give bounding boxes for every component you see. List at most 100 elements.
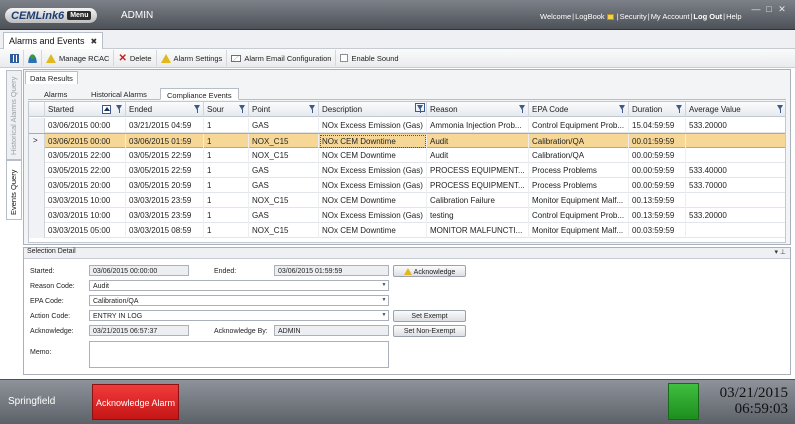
cell-reason[interactable]: MONITOR MALFUNCTI...	[427, 223, 529, 238]
cell-source[interactable]: 1	[204, 193, 249, 208]
cell-started[interactable]: 03/06/2015 00:00	[45, 134, 126, 149]
cell-ended[interactable]: 03/21/2015 04:59	[126, 118, 204, 133]
cell-reason[interactable]: Audit	[427, 134, 529, 149]
cell-duration[interactable]: 00.03:59:59	[629, 223, 686, 238]
epa-code-dropdown[interactable]: Calibration/QA ▼	[89, 295, 389, 306]
cell-duration[interactable]: 00.00:59:59	[629, 163, 686, 178]
cell-source[interactable]: 1	[204, 163, 249, 178]
table-row[interactable]: 03/03/2015 05:00 03/03/2015 08:59 1 NOX_C15…	[29, 223, 785, 238]
cell-started[interactable]: 03/05/2015 22:00	[45, 148, 126, 163]
cell-epa-code[interactable]: Process Problems	[529, 178, 629, 193]
cell-point[interactable]: NOX_C15	[249, 223, 319, 238]
cell-point[interactable]: GAS	[249, 208, 319, 223]
acknowledge-time-field[interactable]: 03/21/2015 06:57:37	[89, 325, 189, 336]
filter-icon[interactable]	[519, 105, 525, 113]
logbook-icon[interactable]	[606, 14, 614, 21]
logbook-link[interactable]: LogBook	[575, 12, 605, 21]
cell-source[interactable]: 1	[204, 118, 249, 133]
filter-icon[interactable]	[415, 103, 425, 113]
table-row[interactable]: 03/05/2015 20:00 03/05/2015 20:59 1 GAS NOx …	[29, 178, 785, 193]
cell-average-value[interactable]: 533.20000	[686, 118, 785, 133]
cell-ended[interactable]: 03/03/2015 08:59	[126, 223, 204, 238]
acknowledge-alarm-button[interactable]: Acknowledge Alarm	[92, 384, 179, 420]
cell-description[interactable]: NOx CEM Downtime	[319, 223, 427, 238]
tab-compliance-events[interactable]: Compliance Events	[160, 88, 239, 100]
cell-started[interactable]: 03/05/2015 20:00	[45, 178, 126, 193]
column-header-epa-code[interactable]: EPA Code	[529, 102, 629, 117]
row-selector[interactable]	[29, 208, 45, 223]
cell-description[interactable]: NOx CEM Downtime	[319, 148, 427, 163]
row-selector[interactable]: >	[29, 134, 45, 149]
cell-duration[interactable]: 00.00:59:59	[629, 178, 686, 193]
cell-average-value[interactable]	[686, 223, 785, 238]
column-header-average-value[interactable]: Average Value	[686, 102, 785, 117]
tab-alarms-and-events[interactable]: Alarms and Events ✖	[3, 32, 104, 49]
cell-started[interactable]: 03/03/2015 05:00	[45, 223, 126, 238]
column-header-duration[interactable]: Duration	[629, 102, 686, 117]
row-selector[interactable]	[29, 223, 45, 238]
checkbox-icon[interactable]	[340, 54, 349, 62]
cell-point[interactable]: GAS	[249, 178, 319, 193]
table-row[interactable]: >03/06/2015 00:00 03/06/2015 01:59 1 NOX_C1…	[29, 133, 785, 149]
filter-icon[interactable]	[309, 105, 315, 113]
cell-started[interactable]: 03/03/2015 10:00	[45, 208, 126, 223]
cell-duration[interactable]: 00.00:59:59	[629, 148, 686, 163]
table-row[interactable]: 03/03/2015 10:00 03/03/2015 23:59 1 GAS NOx …	[29, 208, 785, 223]
cell-duration[interactable]: 00.01:59:59	[629, 134, 686, 149]
tab-historical-alarms-query[interactable]: Historical Alarms Query	[6, 70, 22, 160]
cell-epa-code[interactable]: Control Equipment Prob...	[529, 118, 629, 133]
cell-description[interactable]: NOx CEM Downtime	[319, 193, 427, 208]
cell-reason[interactable]: PROCESS EQUIPMENT...	[427, 178, 529, 193]
cell-reason[interactable]: PROCESS EQUIPMENT...	[427, 163, 529, 178]
set-exempt-button[interactable]: Set Exempt	[393, 310, 466, 322]
filter-icon[interactable]	[194, 105, 200, 113]
table-row[interactable]: 03/05/2015 22:00 03/05/2015 22:59 1 GAS NOx …	[29, 163, 785, 178]
tab-close-icon[interactable]: ✖	[91, 37, 98, 46]
row-selector[interactable]	[29, 163, 45, 178]
minimize-icon[interactable]: —	[751, 4, 761, 15]
cell-epa-code[interactable]: Calibration/QA	[529, 148, 629, 163]
cell-source[interactable]: 1	[204, 134, 249, 149]
cell-average-value[interactable]	[686, 193, 785, 208]
cell-ended[interactable]: 03/05/2015 20:59	[126, 178, 204, 193]
cell-average-value[interactable]: 533.20000	[686, 208, 785, 223]
row-selector[interactable]	[29, 193, 45, 208]
row-selector[interactable]	[29, 118, 45, 133]
chevron-down-icon[interactable]: ▼	[381, 297, 387, 304]
pin-icon[interactable]: ▾ ⊥	[774, 248, 786, 256]
delete-button[interactable]: ✕ Delete	[114, 50, 157, 66]
cell-duration[interactable]: 00.13:59:59	[629, 208, 686, 223]
ended-field[interactable]: 03/06/2015 01:59:59	[274, 265, 389, 276]
cell-reason[interactable]: testing	[427, 208, 529, 223]
cell-started[interactable]: 03/05/2015 22:00	[45, 163, 126, 178]
app-logo-menu[interactable]: CEMLink6 Menu	[5, 8, 98, 23]
cell-started[interactable]: 03/06/2015 00:00	[45, 118, 126, 133]
tab-historical-alarms[interactable]: Historical Alarms	[85, 88, 153, 100]
cell-average-value[interactable]: 533.70000	[686, 178, 785, 193]
column-header-reason[interactable]: Reason	[427, 102, 529, 117]
cell-reason[interactable]: Calibration Failure	[427, 193, 529, 208]
started-field[interactable]: 03/06/2015 00:00:00	[89, 265, 189, 276]
table-row[interactable]: 03/05/2015 22:00 03/05/2015 22:59 1 NOX_C15…	[29, 148, 785, 163]
help-link[interactable]: Help	[726, 12, 741, 21]
filter-icon[interactable]	[777, 105, 783, 113]
tab-alarms[interactable]: Alarms	[38, 88, 73, 100]
cell-description[interactable]: NOx Excess Emission (Gas)	[319, 208, 427, 223]
column-header-description[interactable]: Description	[319, 102, 427, 117]
cell-point[interactable]: GAS	[249, 118, 319, 133]
memo-field[interactable]	[89, 341, 389, 368]
log-out-link[interactable]: Log Out	[693, 12, 722, 21]
cell-epa-code[interactable]: Process Problems	[529, 163, 629, 178]
cell-description[interactable]: NOx CEM Downtime	[319, 134, 427, 149]
row-selector[interactable]	[29, 148, 45, 163]
cell-ended[interactable]: 03/05/2015 22:59	[126, 148, 204, 163]
action-code-dropdown[interactable]: ENTRY IN LOG ▼	[89, 310, 389, 321]
cell-point[interactable]: GAS	[249, 163, 319, 178]
table-row[interactable]: 03/06/2015 00:00 03/21/2015 04:59 1 GAS NOx …	[29, 118, 785, 133]
reason-code-dropdown[interactable]: Audit ▼	[89, 280, 389, 291]
chevron-down-icon[interactable]: ▼	[381, 282, 387, 289]
enable-sound-checkbox[interactable]: Enable Sound	[336, 50, 402, 66]
filter-icon[interactable]	[619, 105, 625, 113]
cell-source[interactable]: 1	[204, 148, 249, 163]
alarm-email-config-button[interactable]: Alarm Email Configuration	[227, 50, 337, 66]
